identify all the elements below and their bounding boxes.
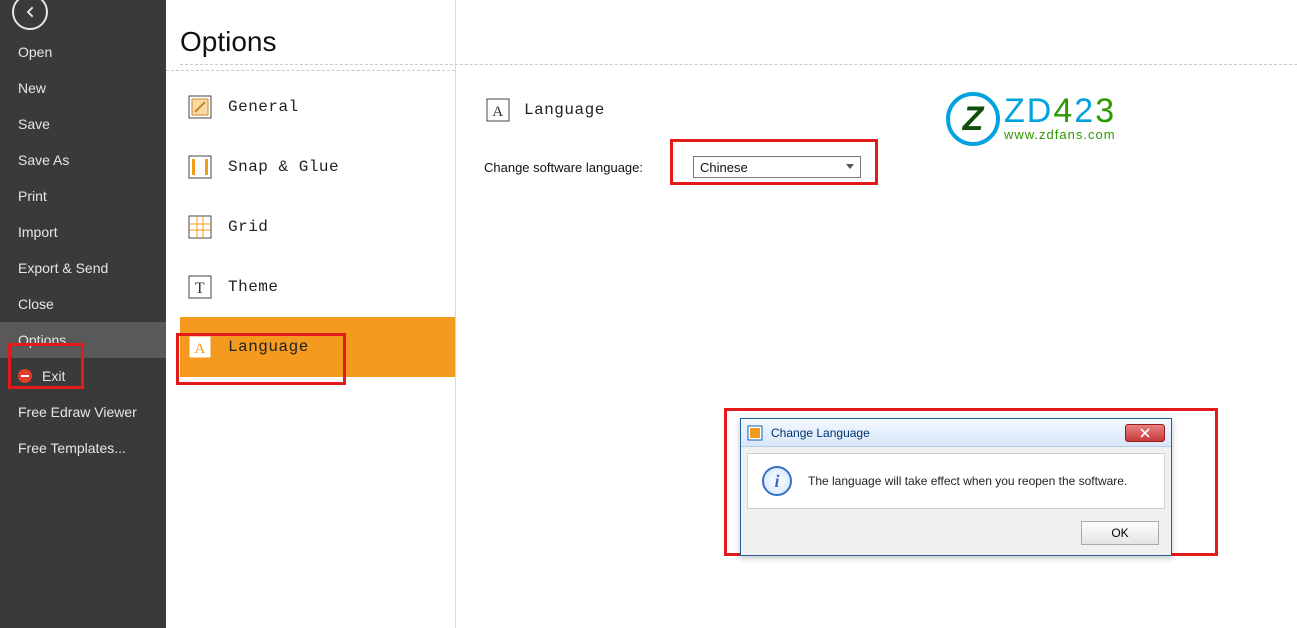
language-field-label: Change software language: bbox=[484, 160, 643, 175]
options-item-grid[interactable]: Grid bbox=[180, 197, 455, 257]
svg-text:T: T bbox=[195, 280, 205, 297]
dialog-body: i The language will take effect when you… bbox=[747, 453, 1165, 509]
dialog-ok-button[interactable]: OK bbox=[1081, 521, 1159, 545]
dialog-close-button[interactable] bbox=[1125, 424, 1165, 442]
sidebar-item-save[interactable]: Save bbox=[0, 106, 166, 142]
options-list-panel: Options General Snap & Glue Grid T Theme bbox=[166, 0, 456, 628]
sidebar-item-save-as[interactable]: Save As bbox=[0, 142, 166, 178]
sidebar-item-free-viewer[interactable]: Free Edraw Viewer bbox=[0, 394, 166, 430]
option-label: General bbox=[228, 98, 299, 116]
dialog-title: Change Language bbox=[771, 426, 1117, 440]
watermark-url: www.zdfans.com bbox=[1004, 127, 1116, 142]
section-title: Language bbox=[524, 101, 605, 119]
divider bbox=[180, 64, 1297, 65]
options-item-theme[interactable]: T Theme bbox=[180, 257, 455, 317]
snap-glue-icon bbox=[186, 153, 214, 181]
sidebar-item-label: Export & Send bbox=[18, 260, 108, 276]
language-select-value: Chinese bbox=[700, 160, 748, 175]
options-title: Options bbox=[180, 26, 455, 58]
option-label: Theme bbox=[228, 278, 279, 296]
sidebar-item-label: Print bbox=[18, 188, 47, 204]
sidebar-item-import[interactable]: Import bbox=[0, 214, 166, 250]
sidebar-item-free-templates[interactable]: Free Templates... bbox=[0, 430, 166, 466]
change-language-dialog: Change Language i The language will take… bbox=[740, 418, 1172, 556]
back-button[interactable] bbox=[12, 0, 48, 30]
sidebar-item-label: Free Edraw Viewer bbox=[18, 404, 137, 420]
file-sidebar: Open New Save Save As Print Import Expor… bbox=[0, 0, 166, 628]
watermark: Z ZD423 www.zdfans.com bbox=[946, 92, 1116, 146]
language-section-header: A Language bbox=[484, 96, 605, 124]
sidebar-item-new[interactable]: New bbox=[0, 70, 166, 106]
option-label: Snap & Glue bbox=[228, 158, 339, 176]
svg-text:A: A bbox=[194, 341, 205, 357]
sidebar-item-label: New bbox=[18, 80, 46, 96]
grid-icon bbox=[186, 213, 214, 241]
dialog-titlebar[interactable]: Change Language bbox=[741, 419, 1171, 447]
sidebar-item-label: Save bbox=[18, 116, 50, 132]
option-label: Language bbox=[228, 338, 309, 356]
info-icon: i bbox=[762, 466, 792, 496]
dialog-footer: OK bbox=[741, 515, 1171, 555]
options-item-language[interactable]: A Language bbox=[180, 317, 455, 377]
svg-text:A: A bbox=[492, 104, 503, 120]
watermark-logo-icon: Z bbox=[946, 92, 1000, 146]
general-icon bbox=[186, 93, 214, 121]
chevron-down-icon bbox=[846, 164, 854, 169]
sidebar-item-label: Open bbox=[18, 44, 52, 60]
exit-icon bbox=[18, 369, 32, 383]
sidebar-item-exit[interactable]: Exit bbox=[0, 358, 166, 394]
sidebar-item-close[interactable]: Close bbox=[0, 286, 166, 322]
divider bbox=[166, 70, 455, 71]
language-icon: A bbox=[186, 333, 214, 361]
sidebar-item-label: Free Templates... bbox=[18, 440, 126, 456]
app-icon bbox=[747, 425, 763, 441]
language-icon: A bbox=[484, 96, 512, 124]
options-item-general[interactable]: General bbox=[180, 77, 455, 137]
sidebar-item-export-send[interactable]: Export & Send bbox=[0, 250, 166, 286]
sidebar-item-print[interactable]: Print bbox=[0, 178, 166, 214]
option-label: Grid bbox=[228, 218, 268, 236]
dialog-message: The language will take effect when you r… bbox=[808, 474, 1127, 488]
sidebar-item-options[interactable]: Options bbox=[0, 322, 166, 358]
options-item-snap-glue[interactable]: Snap & Glue bbox=[180, 137, 455, 197]
watermark-brand: ZD423 bbox=[1004, 92, 1116, 131]
sidebar-item-label: Import bbox=[18, 224, 58, 240]
sidebar-item-open[interactable]: Open bbox=[0, 34, 166, 70]
sidebar-item-label: Close bbox=[18, 296, 54, 312]
sidebar-item-label: Save As bbox=[18, 152, 69, 168]
theme-icon: T bbox=[186, 273, 214, 301]
sidebar-item-label: Options bbox=[18, 332, 66, 348]
sidebar-item-label: Exit bbox=[42, 368, 65, 384]
language-select[interactable]: Chinese bbox=[693, 156, 861, 178]
